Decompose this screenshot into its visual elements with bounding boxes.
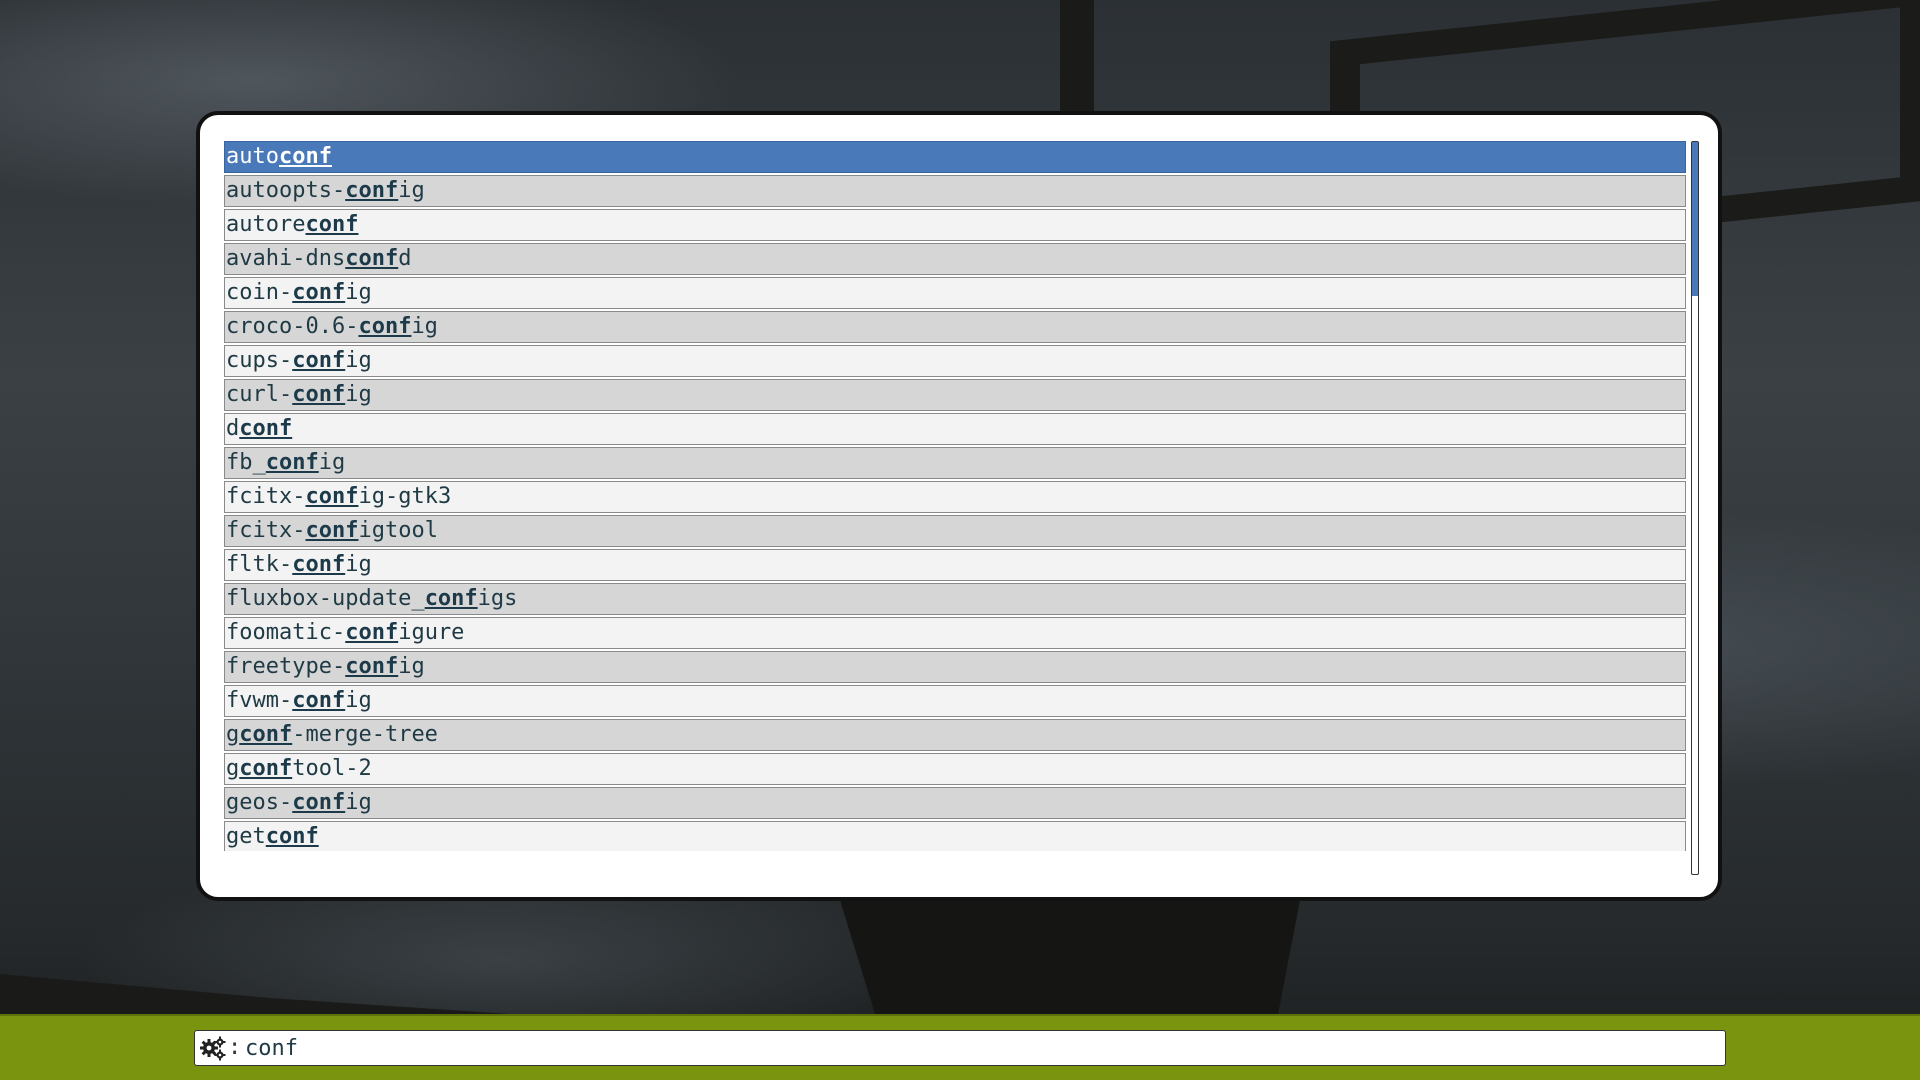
results-list: autoconf autoopts-config autoreconf avahi-d…: [224, 141, 1686, 851]
result-item-match: conf: [305, 518, 359, 543]
result-item[interactable]: dconf: [224, 413, 1686, 445]
results-scrollbar[interactable]: [1691, 141, 1699, 875]
result-item-suffix: igure: [398, 620, 465, 645]
result-item[interactable]: gconf-merge-tree: [224, 719, 1686, 751]
result-item-match: conf: [345, 654, 399, 679]
result-item-suffix: ig: [398, 654, 425, 679]
result-item-match: conf: [305, 484, 359, 509]
result-item-prefix: fb_: [226, 450, 266, 475]
result-item[interactable]: autoopts-config: [224, 175, 1686, 207]
gears-icon: [200, 1036, 226, 1061]
result-item-match: conf: [239, 722, 293, 747]
result-item[interactable]: fcitx-configtool: [224, 515, 1686, 547]
result-item[interactable]: croco-0.6-config: [224, 311, 1686, 343]
result-item[interactable]: autoconf: [224, 141, 1686, 173]
result-item-prefix: freetype-: [226, 654, 346, 679]
result-item-suffix: ig: [411, 314, 438, 339]
prompt-box[interactable]: :: [194, 1030, 1726, 1066]
result-item-prefix: g: [226, 722, 240, 747]
launcher-bar: :: [0, 1014, 1920, 1080]
result-item-match: conf: [292, 348, 346, 373]
result-item[interactable]: fb_config: [224, 447, 1686, 479]
result-item-match: conf: [292, 688, 346, 713]
result-item-prefix: fluxbox-update_: [226, 586, 425, 611]
result-item-prefix: curl-: [226, 382, 293, 407]
result-item[interactable]: fltk-config: [224, 549, 1686, 581]
result-item-match: conf: [292, 382, 346, 407]
wallpaper-cart: [840, 900, 1300, 1020]
result-item-suffix: ig: [345, 280, 372, 305]
result-item[interactable]: avahi-dnsconfd: [224, 243, 1686, 275]
result-item-match: conf: [265, 824, 319, 849]
result-item[interactable]: freetype-config: [224, 651, 1686, 683]
result-item-match: conf: [239, 416, 293, 441]
result-item-suffix: ig: [345, 348, 372, 373]
result-item-suffix: ig: [345, 552, 372, 577]
result-item-prefix: g: [226, 756, 240, 781]
result-item-suffix: tool-2: [292, 756, 372, 781]
result-item-prefix: cups-: [226, 348, 293, 373]
result-item-suffix: igs: [477, 586, 518, 611]
result-item-prefix: croco-0.6-: [226, 314, 359, 339]
result-item[interactable]: curl-config: [224, 379, 1686, 411]
prompt-separator: :: [228, 1035, 242, 1060]
result-item-prefix: geos-: [226, 790, 293, 815]
result-item-match: conf: [239, 756, 293, 781]
result-item[interactable]: autoreconf: [224, 209, 1686, 241]
result-item[interactable]: fluxbox-update_configs: [224, 583, 1686, 615]
result-item-prefix: autoopts-: [226, 178, 346, 203]
result-item-suffix: ig-gtk3: [358, 484, 452, 509]
result-item[interactable]: cups-config: [224, 345, 1686, 377]
result-item[interactable]: gconftool-2: [224, 753, 1686, 785]
result-item[interactable]: geos-config: [224, 787, 1686, 819]
result-item-match: conf: [278, 144, 332, 169]
result-item-match: conf: [292, 790, 346, 815]
scrollbar-thumb[interactable]: [1692, 142, 1698, 296]
result-item-match: conf: [305, 212, 359, 237]
result-item-match: conf: [292, 552, 346, 577]
result-item-prefix: fltk-: [226, 552, 293, 577]
result-item-prefix: fcitx-: [226, 484, 306, 509]
result-item-match: conf: [292, 280, 346, 305]
result-item-suffix: ig: [345, 790, 372, 815]
result-item-match: conf: [345, 246, 399, 271]
result-item[interactable]: foomatic-configure: [224, 617, 1686, 649]
result-item[interactable]: fvwm-config: [224, 685, 1686, 717]
result-item-prefix: coin-: [226, 280, 293, 305]
result-item[interactable]: fcitx-config-gtk3: [224, 481, 1686, 513]
result-item-match: conf: [358, 314, 412, 339]
result-item-suffix: ig: [398, 178, 425, 203]
result-item-prefix: fvwm-: [226, 688, 293, 713]
launcher-results-window: autoconf autoopts-config autoreconf avahi-d…: [196, 111, 1722, 901]
result-item-prefix: foomatic-: [226, 620, 346, 645]
result-item[interactable]: coin-config: [224, 277, 1686, 309]
result-item-prefix: avahi-dns: [226, 246, 346, 271]
result-item-prefix: autore: [226, 212, 306, 237]
result-item-match: conf: [345, 178, 399, 203]
result-item-prefix: d: [226, 416, 240, 441]
result-item-suffix: d: [398, 246, 412, 271]
wallpaper-pole: [1060, 0, 1094, 120]
search-input[interactable]: [245, 1033, 1705, 1063]
result-item-suffix: ig: [345, 382, 372, 407]
result-item-suffix: ig: [318, 450, 346, 475]
result-item[interactable]: getconf: [224, 821, 1686, 851]
result-item-prefix: fcitx-: [226, 518, 306, 543]
result-item-prefix: auto: [226, 144, 279, 169]
result-item-prefix: get: [226, 824, 266, 849]
result-item-match: conf: [424, 586, 478, 611]
result-item-match: conf: [345, 620, 399, 645]
result-item-suffix: ig: [345, 688, 372, 713]
result-item-suffix: igtool: [358, 518, 438, 543]
result-item-suffix: -merge-tree: [292, 722, 438, 747]
result-item-match: conf: [265, 450, 319, 475]
